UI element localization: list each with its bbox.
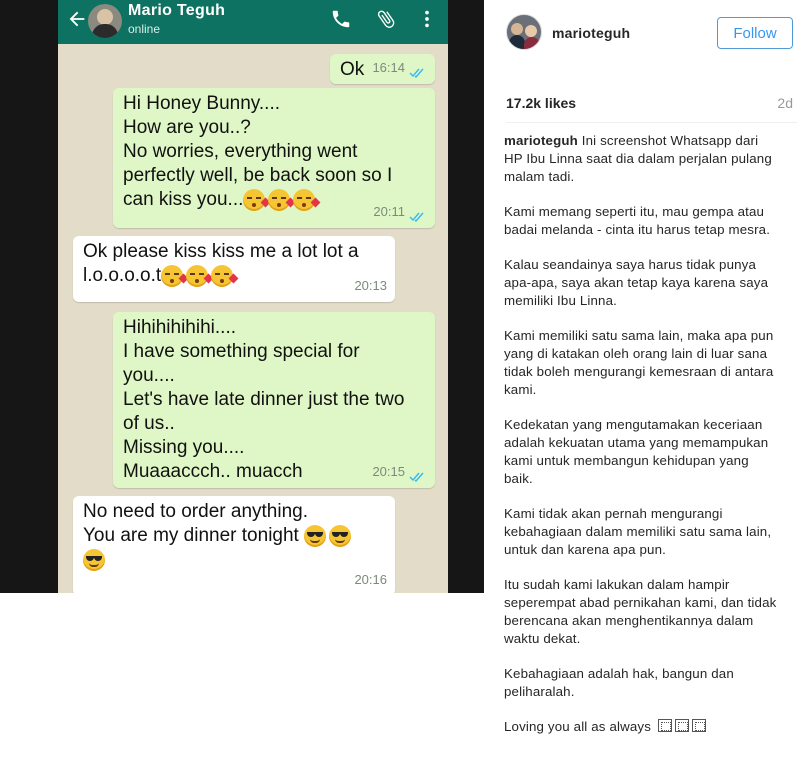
follow-button[interactable]: Follow bbox=[717, 17, 793, 49]
caption-paragraph: marioteguh Ini screenshot Whatsapp dari … bbox=[504, 132, 778, 186]
emoji-group bbox=[161, 264, 239, 287]
message-text: No need to order anything. You are my di… bbox=[83, 501, 308, 546]
caption-paragraph: Kalau seandainya saya harus tidak punya … bbox=[504, 257, 769, 308]
caption-paragraph: Loving you all as always bbox=[504, 718, 778, 736]
message-time: 20:11 bbox=[373, 204, 405, 219]
kissing-face-icon bbox=[243, 188, 271, 211]
kissing-face-icon bbox=[161, 264, 189, 287]
post-caption: marioteguh Ini screenshot Whatsapp dari … bbox=[504, 132, 778, 753]
caption-paragraph: Kebahagiaan adalah hak, bangun dan pelih… bbox=[504, 666, 734, 699]
divider bbox=[506, 122, 797, 123]
caption-paragraph: Kedekatan yang mengutamakan keceriaan ad… bbox=[504, 417, 769, 486]
post-time[interactable]: 2d bbox=[777, 95, 793, 111]
kissing-face-icon bbox=[186, 264, 214, 287]
read-tick-icon bbox=[409, 472, 424, 482]
kissing-face-icon bbox=[293, 188, 321, 211]
post-image: Mario Teguh online Ok 16:14 Hi Honey Bun… bbox=[0, 0, 484, 593]
read-tick-icon bbox=[409, 212, 424, 222]
read-tick-icon bbox=[409, 68, 424, 78]
message-time: 20:13 bbox=[354, 278, 387, 293]
phone-icon bbox=[332, 10, 350, 28]
message-time: 20:15 bbox=[372, 464, 405, 479]
caption-paragraph: Kami memang seperti itu, mau gempa atau … bbox=[504, 204, 771, 237]
message-bubble: Hi Honey Bunny.... How are you..? No wor… bbox=[113, 88, 435, 228]
emoji-group bbox=[243, 188, 321, 211]
missing-emoji-icon bbox=[691, 719, 706, 732]
message-text: Hihihihihihi.... I have something specia… bbox=[123, 317, 405, 482]
missing-emoji-icon bbox=[674, 719, 689, 732]
instagram-panel: marioteguh Follow 17.2k likes 2d mariote… bbox=[484, 0, 797, 770]
message-time: 20:16 bbox=[354, 572, 387, 587]
likes-count[interactable]: 17.2k likes bbox=[506, 95, 576, 111]
whatsapp-screen: Mario Teguh online Ok 16:14 Hi Honey Bun… bbox=[58, 0, 448, 593]
profile-avatar[interactable] bbox=[506, 14, 542, 50]
message-time: 16:14 bbox=[372, 60, 405, 75]
contact-avatar bbox=[88, 4, 122, 38]
message-bubble: Ok 16:14 bbox=[330, 54, 435, 84]
message-text: Ok bbox=[340, 59, 365, 80]
profile-username[interactable]: marioteguh bbox=[552, 25, 630, 41]
contact-status: online bbox=[128, 22, 161, 36]
caption-paragraph: Kami tidak akan pernah mengurangi kebaha… bbox=[504, 506, 772, 557]
message-bubble: Ok please kiss kiss me a lot lot a l.o.o… bbox=[73, 236, 395, 302]
sunglasses-face-icon bbox=[304, 524, 327, 547]
contact-name: Mario Teguh bbox=[128, 2, 226, 19]
caption-paragraph: Kami memiliki satu sama lain, maka apa p… bbox=[504, 328, 774, 397]
message-bubble: No need to order anything. You are my di… bbox=[73, 496, 395, 593]
message-bubble: Hihihihihihi.... I have something specia… bbox=[113, 312, 435, 488]
kissing-face-icon bbox=[268, 188, 296, 211]
kissing-face-icon bbox=[211, 264, 239, 287]
sunglasses-face-icon bbox=[83, 548, 105, 571]
caption-paragraph: Itu sudah kami lakukan dalam hampir sepe… bbox=[504, 577, 777, 646]
caption-username[interactable]: marioteguh bbox=[504, 133, 578, 148]
more-icon bbox=[425, 10, 429, 28]
missing-emoji-icon bbox=[657, 719, 672, 732]
sunglasses-face-icon bbox=[329, 524, 352, 547]
caption-text: Loving you all as always bbox=[504, 719, 651, 734]
whatsapp-header: Mario Teguh online bbox=[58, 0, 448, 44]
attach-icon bbox=[377, 10, 395, 28]
back-arrow-icon bbox=[69, 11, 85, 27]
